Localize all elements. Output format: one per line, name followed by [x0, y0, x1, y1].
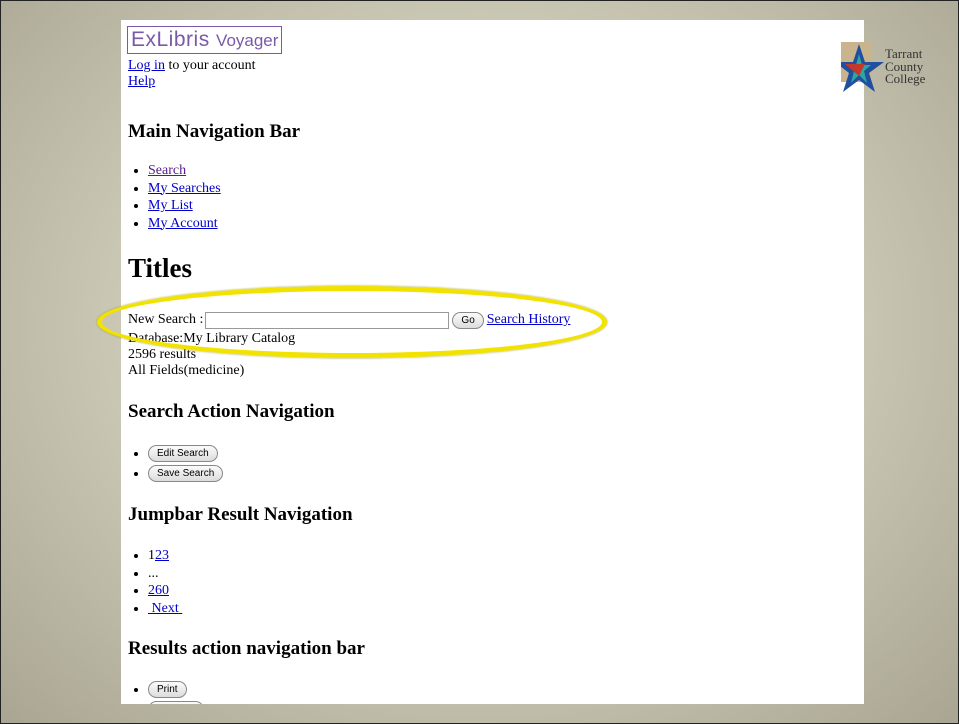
edit-search-button[interactable]: Edit Search — [148, 445, 218, 463]
help-link[interactable]: Help — [128, 74, 155, 89]
nav-item-my-list: My List — [148, 197, 221, 215]
jumpbar-ellipsis: ... — [148, 565, 182, 583]
next-link[interactable]: Next — [148, 601, 182, 616]
college-line-3: College — [885, 71, 926, 86]
nav-link-my-list[interactable]: My List — [148, 198, 193, 213]
login-link[interactable]: Log in — [128, 58, 165, 73]
logo-product: Voyager — [216, 31, 279, 50]
results-action-list: Print — [128, 680, 204, 704]
last-page-link[interactable]: 260 — [148, 583, 169, 598]
search-action-item: Edit Search — [148, 444, 223, 464]
next-label: Next — [151, 600, 179, 616]
save-search-button[interactable]: Save Search — [148, 465, 224, 483]
nav-item-my-searches: My Searches — [148, 180, 221, 198]
nav-link-search[interactable]: Search — [148, 163, 186, 178]
jumpbar-heading: Jumpbar Result Navigation — [128, 504, 353, 525]
exlibris-voyager-logo: ExLibris Voyager — [127, 26, 283, 54]
search-action-item: Save Search — [148, 464, 224, 484]
login-line: Log in to your account — [128, 58, 256, 74]
results-action-item: Print — [148, 680, 204, 700]
partial-button[interactable] — [148, 701, 204, 704]
college-name: Tarrant County College — [885, 47, 926, 86]
print-button[interactable]: Print — [148, 681, 187, 699]
highlight-ellipse — [97, 286, 607, 358]
results-action-heading: Results action navigation bar — [128, 638, 365, 659]
query-line: All Fields(medicine) — [128, 363, 245, 378]
page-link-2[interactable]: 2 — [155, 548, 162, 563]
jumpbar-next: Next — [148, 600, 182, 618]
search-action-list: Edit Search Save Search — [128, 444, 224, 484]
login-text: to your account — [164, 58, 256, 73]
nav-item-search: Search — [148, 162, 221, 180]
logo-main: ExLibris — [131, 28, 210, 51]
results-action-item — [148, 700, 204, 704]
page-link-3[interactable]: 3 — [162, 548, 169, 563]
current-page: 1 — [148, 548, 155, 563]
help-line: Help — [128, 74, 155, 90]
jumpbar-last: 260 — [148, 582, 182, 600]
nav-item-my-account: My Account — [148, 215, 221, 233]
jumpbar-pages: 123 — [148, 547, 182, 565]
main-nav-heading: Main Navigation Bar — [128, 121, 301, 142]
nav-link-my-searches[interactable]: My Searches — [148, 181, 221, 196]
page-title: Titles — [128, 253, 193, 283]
main-nav-list: Search My Searches My List My Account — [128, 162, 221, 232]
jumpbar-list: 123 ... 260 Next — [128, 547, 182, 617]
nav-link-my-account[interactable]: My Account — [148, 216, 218, 231]
catalog-page: ExLibris Voyager Log in to your account … — [121, 20, 864, 704]
search-action-heading: Search Action Navigation — [128, 401, 335, 422]
